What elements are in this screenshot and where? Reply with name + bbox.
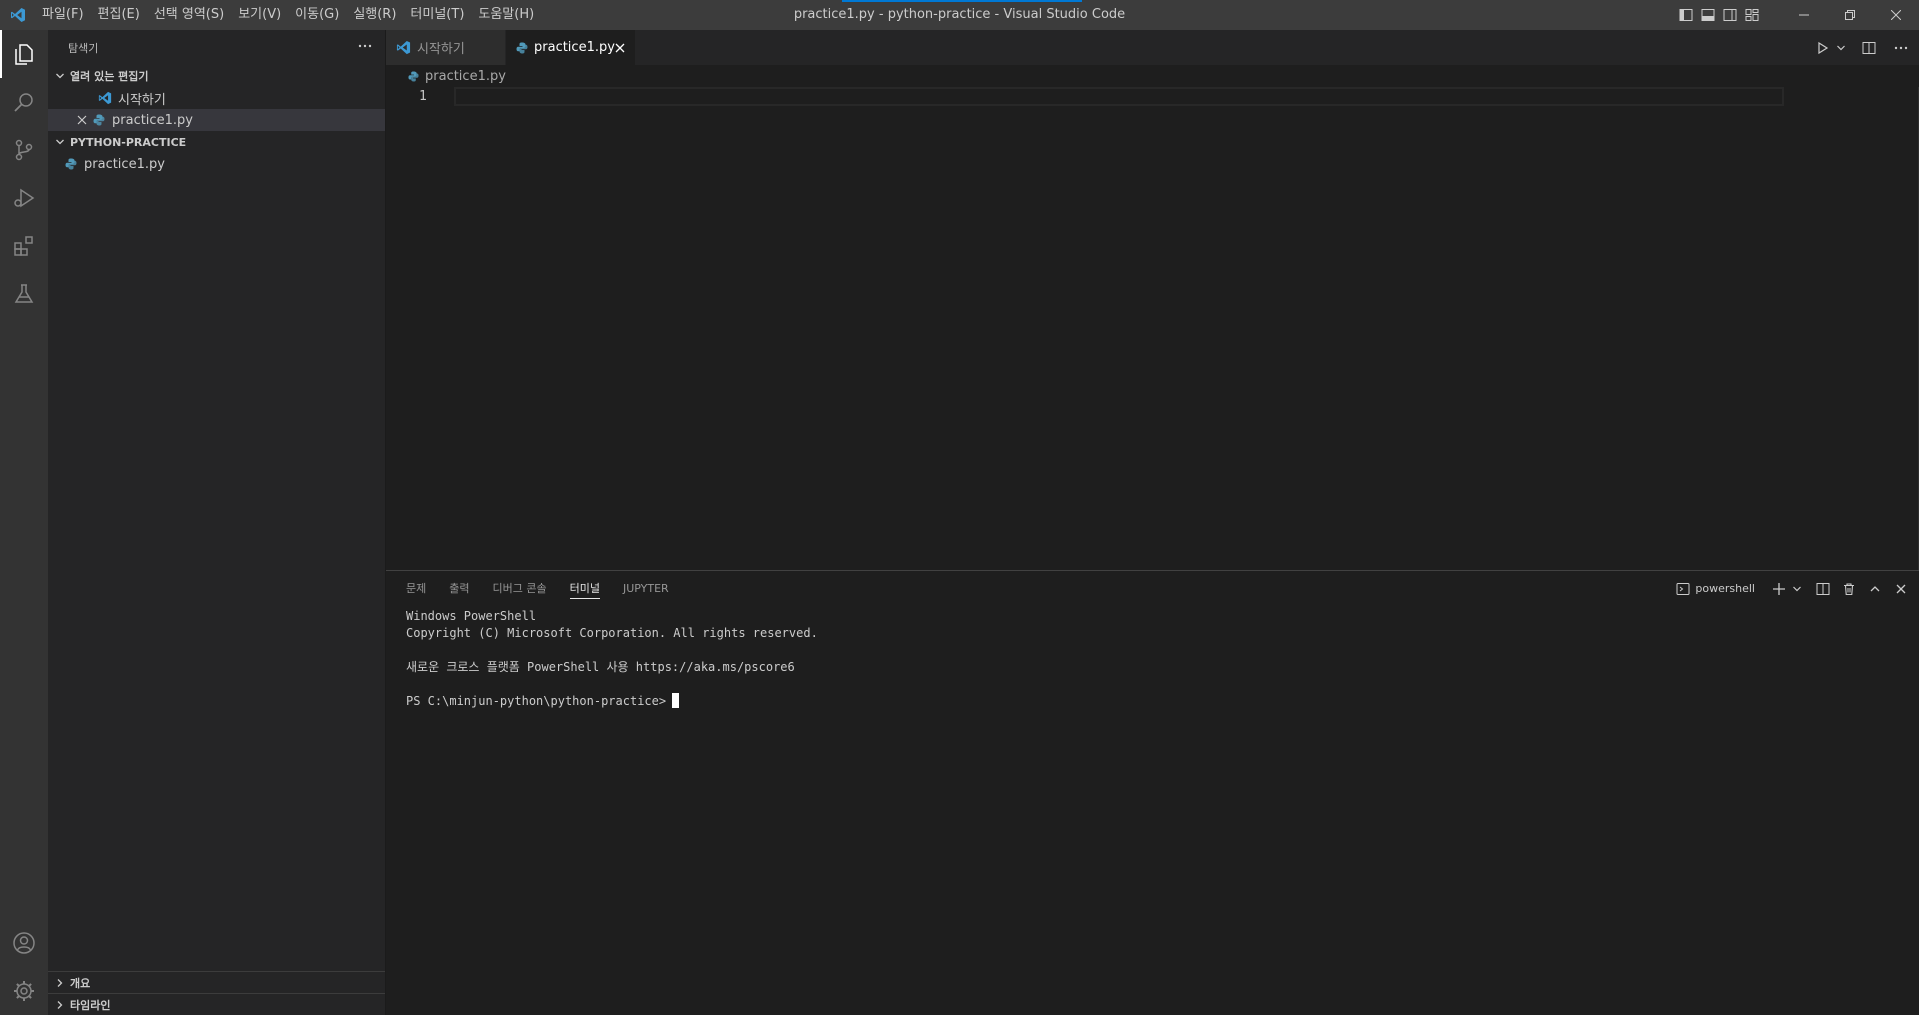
- trash-icon[interactable]: [1837, 577, 1861, 601]
- menu-run[interactable]: 실행(R): [346, 0, 403, 30]
- shell-name: powershell: [1695, 582, 1755, 595]
- open-editors-section[interactable]: 열려 있는 편집기: [48, 65, 385, 87]
- toggle-sidebar-icon[interactable]: [1675, 0, 1697, 30]
- sidebar-title: 탐색기: [68, 41, 99, 55]
- menu-view[interactable]: 보기(V): [231, 0, 288, 30]
- terminal-icon: [1676, 582, 1690, 596]
- restore-icon[interactable]: [1827, 0, 1873, 30]
- bottom-panel: 문제 출력 디버그 콘솔 터미널 JUPYTER powershell Wind…: [386, 570, 1919, 1015]
- title-progress-bar: [842, 0, 1082, 2]
- breadcrumb-file[interactable]: practice1.py: [425, 69, 506, 84]
- menu-bar: 파일(F) 편집(E) 선택 영역(S) 보기(V) 이동(G) 실행(R) 터…: [35, 0, 541, 30]
- activity-bar: [0, 30, 48, 1015]
- python-icon: [406, 69, 420, 83]
- open-editor-label: 시작하기: [118, 92, 166, 108]
- tab-getting-started[interactable]: 시작하기: [386, 30, 506, 65]
- python-icon: [92, 113, 106, 127]
- terminal-line: Windows PowerShell: [406, 609, 537, 623]
- tab-label: 시작하기: [417, 42, 465, 57]
- customize-layout-icon[interactable]: [1741, 0, 1763, 30]
- split-editor-icon[interactable]: [1857, 36, 1881, 60]
- new-terminal-icon[interactable]: [1767, 577, 1791, 601]
- title-bar: 파일(F) 편집(E) 선택 영역(S) 보기(V) 이동(G) 실행(R) 터…: [0, 0, 1919, 30]
- open-editor-label: practice1.py: [112, 112, 193, 128]
- open-editor-item-practice1[interactable]: practice1.py: [48, 109, 385, 131]
- close-panel-icon[interactable]: [1889, 577, 1913, 601]
- close-window-icon[interactable]: [1873, 0, 1919, 30]
- editor-area: 시작하기 practice1.py practice1.py 1: [386, 30, 1919, 570]
- open-editor-item-getting-started[interactable]: 시작하기: [48, 87, 385, 109]
- terminal-line: Copyright (C) Microsoft Corporation. All…: [406, 626, 818, 640]
- close-tab-icon[interactable]: [615, 43, 625, 53]
- toggle-panel-icon[interactable]: [1697, 0, 1719, 30]
- chevron-down-icon[interactable]: [1835, 36, 1847, 60]
- tab-terminal[interactable]: 터미널: [569, 571, 601, 606]
- minimize-icon[interactable]: [1781, 0, 1827, 30]
- terminal-instance[interactable]: powershell: [1676, 582, 1755, 596]
- source-control-icon[interactable]: [0, 126, 48, 174]
- explorer-sidebar: 탐색기 열려 있는 편집기 시작하기 practice1.py PYTHON-P…: [48, 30, 386, 1015]
- chevron-right-icon: [52, 975, 68, 991]
- maximize-panel-icon[interactable]: [1863, 577, 1887, 601]
- vscode-icon: [98, 91, 112, 105]
- tab-jupyter[interactable]: JUPYTER: [623, 571, 669, 606]
- chevron-down-icon: [52, 134, 68, 150]
- timeline-label: 타임라인: [70, 998, 111, 1012]
- terminal-prompt-line[interactable]: PS C:\minjun-python\python-practice>: [406, 693, 1919, 710]
- python-icon: [516, 42, 528, 54]
- breadcrumb[interactable]: practice1.py: [386, 65, 1919, 87]
- menu-terminal[interactable]: 터미널(T): [403, 0, 471, 30]
- tab-output[interactable]: 출력: [449, 571, 469, 606]
- menu-edit[interactable]: 편집(E): [91, 0, 147, 30]
- line-number: 1: [419, 89, 427, 104]
- more-actions-icon[interactable]: [1889, 36, 1913, 60]
- vscode-logo-icon: [0, 0, 35, 30]
- current-line-highlight: [454, 87, 1784, 106]
- outline-label: 개요: [70, 976, 91, 990]
- outline-section[interactable]: 개요: [48, 971, 385, 993]
- menu-file[interactable]: 파일(F): [35, 0, 91, 30]
- vscode-icon: [396, 40, 411, 55]
- settings-gear-icon[interactable]: [0, 967, 48, 1015]
- chevron-down-icon: [52, 68, 68, 84]
- chevron-right-icon: [52, 997, 68, 1013]
- tab-problems[interactable]: 문제: [406, 571, 426, 606]
- terminal-prompt: PS C:\minjun-python\python-practice>: [406, 694, 667, 708]
- testing-icon[interactable]: [0, 270, 48, 318]
- editor-tabs: 시작하기 practice1.py: [386, 30, 1919, 65]
- tab-label: practice1.py: [534, 40, 615, 55]
- code-editor[interactable]: 1: [386, 87, 1919, 567]
- chevron-down-icon[interactable]: [1791, 577, 1803, 601]
- python-icon: [64, 157, 78, 171]
- run-python-file-icon[interactable]: [1811, 36, 1835, 60]
- file-item-practice1[interactable]: practice1.py: [48, 153, 385, 175]
- file-label: practice1.py: [84, 156, 165, 172]
- tab-debug-console[interactable]: 디버그 콘솔: [493, 571, 547, 606]
- timeline-section[interactable]: 타임라인: [48, 993, 385, 1015]
- folder-section[interactable]: PYTHON-PRACTICE: [48, 131, 385, 153]
- terminal-cursor: [672, 693, 680, 708]
- menu-help[interactable]: 도움말(H): [471, 0, 541, 30]
- more-actions-icon[interactable]: [357, 38, 373, 57]
- search-icon[interactable]: [0, 78, 48, 126]
- toggle-secondary-sidebar-icon[interactable]: [1719, 0, 1741, 30]
- explorer-icon[interactable]: [0, 30, 48, 78]
- open-editors-label: 열려 있는 편집기: [70, 70, 149, 83]
- extensions-icon[interactable]: [0, 222, 48, 270]
- split-terminal-icon[interactable]: [1811, 577, 1835, 601]
- tab-practice1[interactable]: practice1.py: [506, 30, 636, 65]
- folder-label: PYTHON-PRACTICE: [70, 135, 187, 149]
- run-debug-icon[interactable]: [0, 174, 48, 222]
- account-icon[interactable]: [0, 919, 48, 967]
- menu-selection[interactable]: 선택 영역(S): [147, 0, 231, 30]
- terminal-line: 새로운 크로스 플랫폼 PowerShell 사용 https://aka.ms…: [406, 660, 795, 674]
- menu-go[interactable]: 이동(G): [288, 0, 346, 30]
- terminal-output[interactable]: Windows PowerShell Copyright (C) Microso…: [386, 606, 1919, 710]
- close-editor-icon[interactable]: [74, 115, 90, 125]
